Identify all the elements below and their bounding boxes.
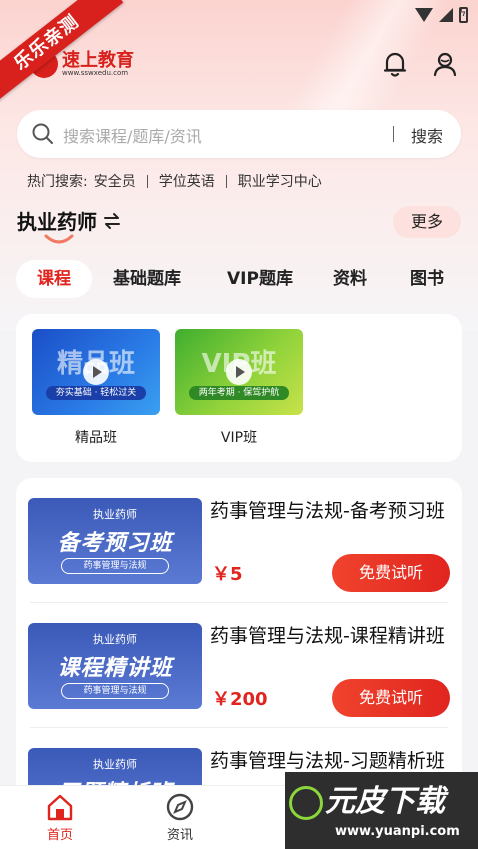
category-label: VIP班 <box>220 430 258 446</box>
course-title: 药事管理与法规-备考预习班 <box>210 500 445 522</box>
hot-search: 热门搜索: 安全员 学位英语 职业学习中心 <box>27 171 322 191</box>
thumbnail-title: 课程精讲班 <box>57 656 173 681</box>
hot-search-item[interactable]: 安全员 <box>94 171 136 191</box>
hot-search-item[interactable]: 学位英语 <box>159 171 215 191</box>
tab-materials[interactable]: 资料 <box>333 260 367 298</box>
search-input[interactable]: 搜索课程/题库/资讯 <box>63 123 202 147</box>
search-icon <box>32 123 53 144</box>
tab-basic-bank[interactable]: 基础题库 <box>113 260 181 298</box>
tab-course[interactable]: 课程 <box>16 260 92 298</box>
watermark-title: 元皮下载 <box>325 784 445 819</box>
course-item[interactable]: 执业药师 课程精讲班 药事管理与法规 药事管理与法规-课程精讲班 ￥200 免费… <box>16 603 462 728</box>
category-item[interactable]: 精品班 夯实基础 · 轻松过关 精品班 <box>32 329 160 447</box>
thumbnail-subtitle: 两年考期 · 保驾护航 <box>189 386 289 400</box>
free-trial-button[interactable]: 免费试听 <box>332 679 450 717</box>
nav-news[interactable]: 资讯 <box>150 792 210 843</box>
user-icon[interactable] <box>432 50 458 78</box>
more-button[interactable]: 更多 <box>393 206 461 238</box>
thumbnail-tag: 药事管理与法规 <box>61 683 169 699</box>
course-thumbnail: 执业药师 备考预习班 药事管理与法规 <box>28 498 202 584</box>
watermark: 元皮下载 www.yuanpi.com <box>285 772 478 849</box>
home-icon <box>47 794 73 821</box>
course-list: 执业药师 备考预习班 药事管理与法规 药事管理与法规-备考预习班 ￥5 免费试听… <box>16 478 462 798</box>
subject-selector[interactable]: 执业药师 <box>17 206 121 235</box>
watermark-logo-icon <box>289 786 323 820</box>
watermark-url: www.yuanpi.com <box>335 824 460 839</box>
free-trial-button[interactable]: 免费试听 <box>332 554 450 592</box>
category-thumbnail: VIP班 两年考期 · 保驾护航 <box>175 329 303 415</box>
category-label: 精品班 <box>75 430 117 446</box>
search-divider <box>393 126 394 142</box>
hot-search-label: 热门搜索: <box>27 174 88 190</box>
course-price: ￥5 <box>212 564 243 585</box>
nav-home[interactable]: 首页 <box>30 792 90 843</box>
thumbnail-label: 执业药师 <box>93 633 137 646</box>
search-button[interactable]: 搜索 <box>411 123 443 147</box>
nav-label: 首页 <box>46 828 73 843</box>
compass-icon <box>166 793 194 821</box>
divider <box>146 174 148 188</box>
course-title: 药事管理与法规-课程精讲班 <box>210 625 445 647</box>
category-item[interactable]: VIP班 两年考期 · 保驾护航 VIP班 <box>175 329 303 447</box>
thumbnail-label: 执业药师 <box>93 758 137 771</box>
app-header: 速上教育 www.sswxedu.com <box>0 38 478 90</box>
tab-books[interactable]: 图书 <box>410 260 444 298</box>
subject-underline <box>44 234 74 244</box>
switch-icon <box>104 212 120 229</box>
signal-icon <box>439 8 453 22</box>
app-url: www.sswxedu.com <box>62 69 129 77</box>
course-item[interactable]: 执业药师 备考预习班 药事管理与法规 药事管理与法规-备考预习班 ￥5 免费试听 <box>16 478 462 603</box>
thumbnail-title: 备考预习班 <box>57 531 173 556</box>
bell-icon[interactable] <box>382 50 408 78</box>
thumbnail-tag: 药事管理与法规 <box>61 558 169 574</box>
search-bar[interactable]: 搜索课程/题库/资讯 搜索 <box>17 110 461 158</box>
category-thumbnail: 精品班 夯实基础 · 轻松过关 <box>32 329 160 415</box>
hot-search-item[interactable]: 职业学习中心 <box>238 171 322 191</box>
course-thumbnail: 执业药师 课程精讲班 药事管理与法规 <box>28 623 202 709</box>
course-price: ￥200 <box>212 689 268 710</box>
play-icon <box>226 359 252 385</box>
tab-vip-bank[interactable]: VIP题库 <box>227 260 293 298</box>
thumbnail-subtitle: 夯实基础 · 轻松过关 <box>46 386 146 400</box>
subject-title: 执业药师 <box>17 210 97 234</box>
divider <box>225 174 227 188</box>
battery-icon <box>459 6 468 23</box>
wifi-icon <box>415 8 433 22</box>
class-category-card: 精品班 夯实基础 · 轻松过关 精品班 VIP班 两年考期 · 保驾护航 VIP… <box>16 314 462 462</box>
category-tabs: 课程 基础题库 VIP题库 资料 图书 <box>16 260 466 298</box>
play-icon <box>83 359 109 385</box>
nav-label: 资讯 <box>166 828 193 843</box>
thumbnail-label: 执业药师 <box>93 508 137 521</box>
